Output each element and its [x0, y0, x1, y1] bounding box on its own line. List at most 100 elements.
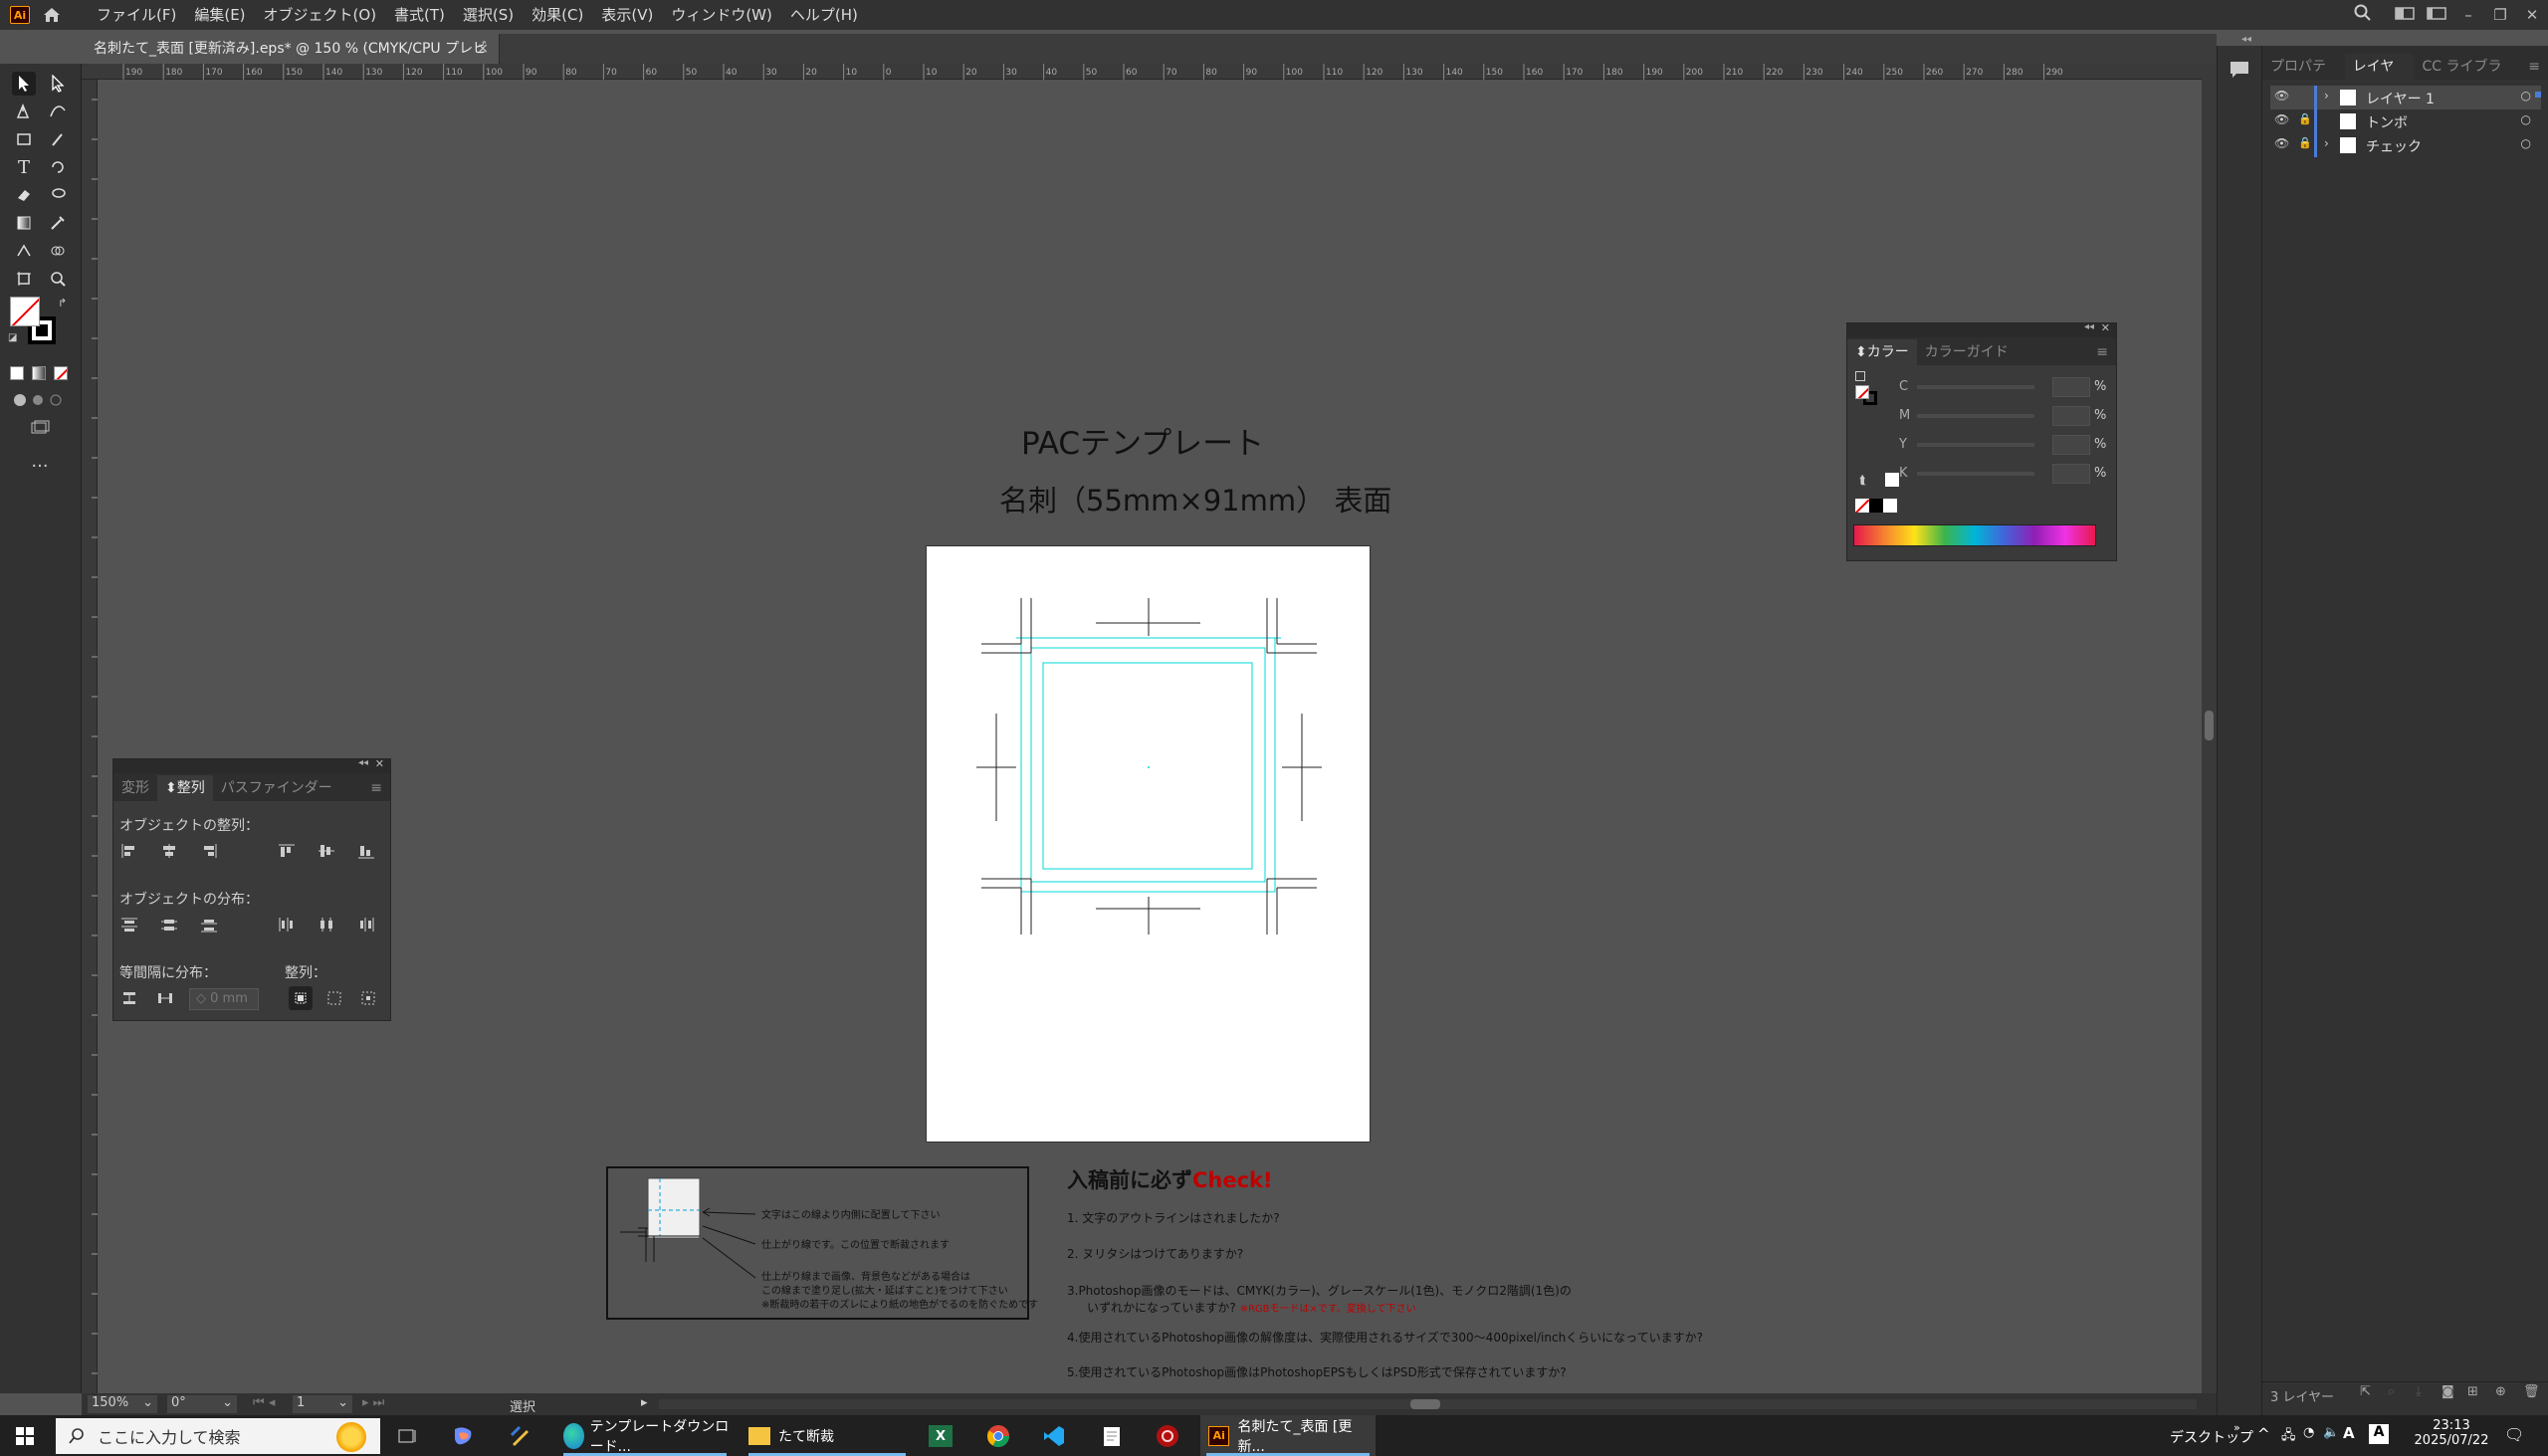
- align-panel-header[interactable]: ◂◂ ✕: [113, 757, 390, 773]
- tab-pathfinder[interactable]: パスファインダー: [213, 775, 340, 801]
- menu-item-6[interactable]: 表示(V): [592, 0, 662, 30]
- document-tab[interactable]: 名刺たて_表面 [更新済み].eps* @ 150 % (CMYK/CPU プレ…: [82, 34, 500, 87]
- distribute-spacing-v-icon[interactable]: [117, 986, 141, 1010]
- expand-chevron-icon[interactable]: ›: [2324, 136, 2329, 150]
- clock[interactable]: 23:13 2025/07/22: [2407, 1418, 2496, 1448]
- tab-color[interactable]: ⬍カラー: [1847, 339, 1917, 365]
- artboard-tool-icon[interactable]: [12, 267, 36, 291]
- task-view-icon[interactable]: [392, 1421, 422, 1451]
- color-mode-icon[interactable]: [10, 366, 24, 380]
- menu-item-4[interactable]: 選択(S): [454, 0, 523, 30]
- none-swatch[interactable]: [1855, 499, 1869, 513]
- align-to-selection-icon[interactable]: [289, 986, 313, 1010]
- paintbrush-tool-icon[interactable]: [46, 127, 70, 151]
- draw-inside-icon[interactable]: [44, 388, 68, 412]
- vertical-scroll-thumb[interactable]: [2205, 711, 2214, 740]
- menu-item-2[interactable]: オブジェクト(O): [255, 0, 386, 30]
- notification-icon[interactable]: 🗨: [2504, 1425, 2524, 1444]
- new-sublayer-icon[interactable]: ⊞: [2467, 1384, 2478, 1399]
- gradient-mode-icon[interactable]: [32, 366, 46, 380]
- layer-row[interactable]: 👁 › レイヤー 1 ○: [2270, 86, 2541, 109]
- fill-stroke-widget[interactable]: ↱ ◪: [8, 295, 68, 348]
- selection-square[interactable]: [2535, 92, 2541, 98]
- tab-cc-libraries[interactable]: CC ライブラリ: [2414, 54, 2520, 101]
- channel-value-input[interactable]: [2052, 377, 2090, 397]
- default-fill-stroke-icon[interactable]: ◪: [8, 332, 17, 343]
- desktop-label[interactable]: デスクトップ: [2170, 1427, 2253, 1447]
- taskbar-app-illustrator[interactable]: Ai 名刺たて_表面 [更新...: [1200, 1415, 1376, 1456]
- locate-object-icon[interactable]: ⌕: [2388, 1384, 2395, 1399]
- tray-overflow-icon[interactable]: ^: [2257, 1425, 2270, 1443]
- vscode-icon[interactable]: [1039, 1421, 1069, 1451]
- color-panel-menu-icon[interactable]: ≡: [2088, 339, 2116, 365]
- minimize-icon[interactable]: –: [2452, 6, 2484, 24]
- distribute-center-v-icon[interactable]: [157, 913, 181, 936]
- pen-app-icon[interactable]: [506, 1421, 535, 1451]
- target-circle-icon[interactable]: ○: [2521, 89, 2531, 103]
- distribute-spacing-h-icon[interactable]: [153, 986, 177, 1010]
- menu-item-0[interactable]: ファイル(F): [88, 0, 185, 30]
- target-circle-icon[interactable]: ○: [2521, 136, 2531, 150]
- game-app-icon[interactable]: [1153, 1421, 1182, 1451]
- chrome-icon[interactable]: [983, 1421, 1013, 1451]
- web-safe-swatch[interactable]: [1885, 473, 1899, 487]
- type-tool-icon[interactable]: T: [12, 155, 36, 179]
- align-left-icon[interactable]: [117, 839, 141, 863]
- menu-item-5[interactable]: 効果(C): [523, 0, 592, 30]
- zoom-tool-icon[interactable]: [46, 267, 70, 291]
- arrange-documents-icon[interactable]: [2421, 6, 2452, 24]
- menu-item-1[interactable]: 編集(E): [185, 0, 254, 30]
- pen-tool-icon[interactable]: [12, 100, 36, 123]
- comments-icon[interactable]: [2229, 60, 2252, 80]
- network-icon[interactable]: 🖧: [2281, 1426, 2296, 1448]
- taskbar-app-edge[interactable]: テンプレートダウンロード...: [557, 1415, 733, 1456]
- channel-value-input[interactable]: [2052, 435, 2090, 455]
- restore-icon[interactable]: ❐: [2484, 6, 2516, 24]
- horizontal-scrollbar[interactable]: [659, 1399, 2197, 1409]
- channel-slider[interactable]: [1917, 443, 2034, 447]
- fill-swatch-none[interactable]: [10, 297, 40, 326]
- menu-item-8[interactable]: ヘルプ(H): [781, 0, 867, 30]
- align-center-v-icon[interactable]: [315, 839, 338, 863]
- channel-value-input[interactable]: [2052, 406, 2090, 426]
- wifi-icon[interactable]: ◔: [2303, 1425, 2314, 1440]
- channel-slider[interactable]: [1917, 385, 2034, 389]
- distribute-bottom-icon[interactable]: [197, 913, 221, 936]
- color-panel-header[interactable]: ◂◂ ✕: [1847, 321, 2116, 337]
- align-center-h-icon[interactable]: [157, 839, 181, 863]
- horizontal-scroll-thumb[interactable]: [1410, 1399, 1440, 1409]
- swap-fill-stroke-icon[interactable]: ↱: [58, 297, 67, 310]
- align-to-artboard-icon[interactable]: [356, 986, 380, 1010]
- rectangle-tool-icon[interactable]: [12, 127, 36, 151]
- channel-value-input[interactable]: [2052, 464, 2090, 484]
- tab-layers[interactable]: レイヤー: [2344, 54, 2415, 101]
- volume-icon[interactable]: 🔈: [2323, 1425, 2339, 1440]
- delete-layer-icon[interactable]: 🗑: [2523, 1384, 2540, 1399]
- color-collapse-icon[interactable]: ◂◂: [2084, 321, 2094, 332]
- home-icon[interactable]: [42, 6, 62, 24]
- screen-mode-icon[interactable]: [28, 416, 52, 440]
- gradient-tool-icon[interactable]: [12, 211, 36, 235]
- close-icon[interactable]: ✕: [2516, 6, 2548, 24]
- curvature-tool-icon[interactable]: [46, 100, 70, 123]
- lock-icon[interactable]: 🔒: [2298, 112, 2312, 125]
- distribute-right-icon[interactable]: [354, 913, 378, 936]
- menu-item-3[interactable]: 書式(T): [385, 0, 454, 30]
- last-artboard-icon[interactable]: ▸ ⏭: [362, 1395, 384, 1410]
- direct-selection-tool-icon[interactable]: [46, 72, 70, 96]
- ime-icon[interactable]: A: [2343, 1424, 2355, 1442]
- copilot-icon[interactable]: [448, 1421, 478, 1451]
- rotate-tool-icon[interactable]: [46, 155, 70, 179]
- color-spectrum[interactable]: [1853, 524, 2096, 546]
- workspace-icon[interactable]: [2389, 6, 2421, 24]
- align-bottom-icon[interactable]: [354, 839, 378, 863]
- channel-slider[interactable]: [1917, 414, 2034, 418]
- windows-start-icon[interactable]: [10, 1421, 40, 1451]
- black-swatch[interactable]: [1869, 499, 1883, 513]
- collect-export-icon[interactable]: ⤓: [2416, 1384, 2422, 1399]
- panel-menu-icon[interactable]: ≡: [362, 775, 390, 801]
- lasso-tool-icon[interactable]: [46, 183, 70, 207]
- clipping-mask-icon[interactable]: ◙: [2442, 1384, 2454, 1399]
- artboard-field[interactable]: 1 ⌄: [293, 1395, 352, 1413]
- taskbar-search[interactable]: ここに入力して検索: [56, 1418, 380, 1454]
